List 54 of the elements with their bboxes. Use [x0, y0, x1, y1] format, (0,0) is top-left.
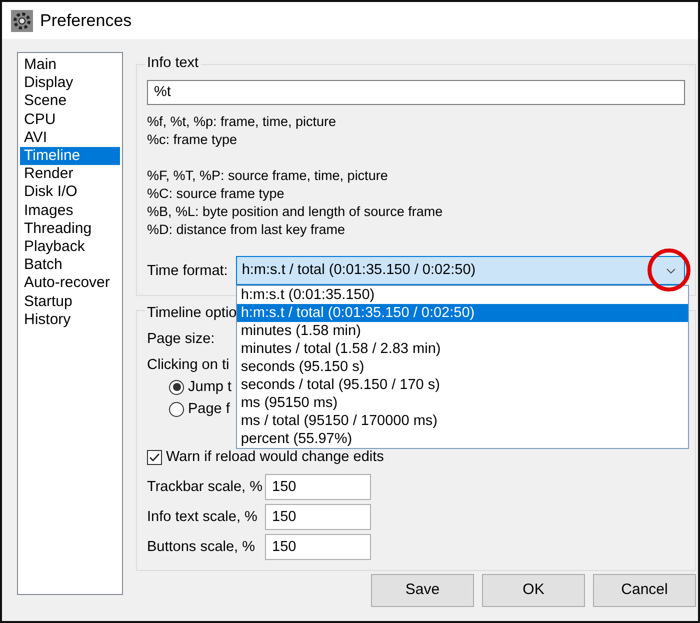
dialog-button[interactable]: OK [482, 574, 585, 607]
sidebar-item[interactable]: Main [20, 56, 120, 74]
scale-field[interactable]: 150 [265, 474, 371, 500]
dropdown-option[interactable]: minutes (1.58 min) [236, 322, 688, 340]
field-label: Page size: [147, 330, 215, 348]
dialog-button[interactable]: Save [371, 574, 474, 607]
scale-field[interactable]: 150 [265, 534, 371, 560]
help-text: %f, %t, %p: frame, time, picture [147, 113, 338, 131]
sidebar-item[interactable]: Startup [20, 292, 120, 311]
radio-label: Page f [188, 400, 230, 418]
option-label: Clicking on ti [147, 356, 230, 374]
field-label: Buttons scale, % [147, 538, 256, 556]
sidebar-item[interactable]: Auto-recover [20, 274, 120, 293]
sidebar-item[interactable]: Scene [20, 92, 120, 111]
sidebar-item[interactable]: Batch [20, 256, 120, 274]
dialog-button[interactable]: Cancel [593, 574, 696, 607]
sidebar-item[interactable]: Timeline [20, 147, 120, 166]
dropdown-option[interactable]: ms / total (95150 / 170000 ms) [236, 412, 688, 430]
radio-label: Jump t [188, 378, 232, 396]
sidebar-item[interactable]: Display [20, 74, 120, 92]
help-text: %B, %L: byte position and length of source frame [147, 203, 444, 221]
dropdown-option[interactable]: ms (95150 ms) [236, 394, 688, 412]
checkbox-label: Warn if reload would change edits [166, 448, 384, 466]
sidebar-item[interactable]: CPU [20, 110, 120, 129]
dropdown-option[interactable]: h:m:s.t (0:01:35.150) [236, 286, 688, 304]
dropdown-option[interactable]: seconds / total (95.150 / 170 s) [236, 376, 688, 394]
info-text-field[interactable]: %t [147, 80, 685, 105]
field-label: Info text scale, % [147, 508, 258, 526]
dropdown-option[interactable]: h:m:s.t / total (0:01:35.150 / 0:02:50) [236, 304, 688, 322]
radio-button[interactable] [169, 380, 184, 394]
sidebar-item[interactable]: Render [20, 165, 120, 184]
sidebar-item[interactable]: Disk I/O [20, 183, 120, 202]
help-text: %C: source frame type [147, 185, 286, 203]
field-label: Trackbar scale, % [147, 478, 264, 496]
group-title: Timeline optio [145, 304, 239, 322]
sidebar-item[interactable]: Images [20, 202, 120, 220]
gear-icon [10, 8, 34, 32]
sidebar-item[interactable]: AVI [20, 128, 120, 148]
help-text: %c: frame type [147, 131, 238, 149]
sidebar-item[interactable]: Threading [20, 220, 120, 238]
checkbox[interactable] [147, 450, 162, 464]
help-text: %F, %T, %P: source frame, time, picture [147, 167, 389, 185]
chevron-down-icon [666, 268, 676, 274]
time-format-dropdown[interactable]: h:m:s.t / total (0:01:35.150 / 0:02:50) [236, 256, 685, 285]
radio-button[interactable] [169, 402, 184, 416]
sidebar-item[interactable]: History [20, 310, 120, 330]
dropdown-option[interactable]: percent (55.97%) [236, 430, 688, 448]
scale-field[interactable]: 150 [265, 504, 371, 530]
window-title: Preferences [40, 10, 132, 32]
help-text: %D: distance from last key frame [147, 221, 346, 239]
sidebar-item[interactable]: Playback [20, 238, 120, 256]
field-label: Time format: [147, 262, 228, 280]
dropdown-option[interactable]: seconds (95.150 s) [236, 358, 688, 376]
dropdown-option[interactable]: minutes / total (1.58 / 2.83 min) [236, 340, 688, 358]
